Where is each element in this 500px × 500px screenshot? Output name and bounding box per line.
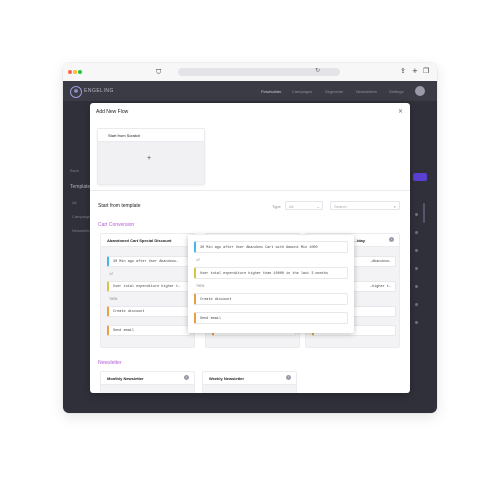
search-placeholder: Search [334, 204, 347, 209]
template-card-abandoned-cart[interactable]: Abandoned Cart Special Discount 30 Min a… [100, 233, 195, 348]
info-icon[interactable]: i [286, 375, 291, 380]
brand-name: ENGELING [84, 88, 114, 94]
template-card-header: Weekly Newsletter i [203, 372, 296, 385]
template-card-weekly-newsletter[interactable]: Weekly Newsletter i [202, 371, 297, 393]
step-action: Create discount [107, 306, 191, 317]
close-icon[interactable]: × [398, 108, 403, 115]
template-card-title: Weekly Newsletter [209, 376, 245, 381]
template-search-input[interactable]: Search ⌕ [330, 201, 400, 210]
bg-row-dot [415, 213, 418, 216]
step-connector: THEN [109, 298, 118, 302]
nav-flowbuilder[interactable]: Flowbuilder [261, 89, 281, 94]
template-card-title: Monthly Newsletter [107, 376, 144, 381]
reload-icon[interactable]: ↻ [315, 67, 320, 74]
nav-segments[interactable]: Segments [325, 89, 343, 94]
brand-logo-icon[interactable]: ✱ [70, 86, 82, 98]
bg-row-dot [415, 303, 418, 306]
category-newsletter: Newsletter [98, 360, 122, 366]
step-action: Send email [107, 325, 191, 336]
new-tab-icon[interactable]: + [412, 67, 418, 75]
plus-icon[interactable]: + [147, 155, 151, 162]
shield-icon[interactable]: ⛉ [156, 68, 161, 77]
type-filter-label: Type [272, 204, 281, 209]
step-condition: User total expenditure higher than 10000… [194, 267, 348, 279]
bg-scrollbar [423, 203, 425, 223]
step-action: Send email [194, 312, 348, 324]
nav-campaigns[interactable]: Campaigns [292, 89, 312, 94]
template-card-monthly-newsletter[interactable]: Monthly Newsletter i [100, 371, 195, 393]
search-icon: ⌕ [393, 204, 396, 209]
start-from-scratch-card[interactable]: Start from Scratch + [97, 128, 205, 185]
avatar[interactable] [415, 86, 425, 96]
step-trigger: 30 Min ago after User Abandonu… [107, 256, 191, 267]
bg-filter-all: All [72, 200, 77, 205]
info-icon[interactable]: i [184, 375, 189, 380]
bg-row-dot [415, 267, 418, 270]
minimize-window-dot[interactable] [73, 70, 77, 74]
browser-toolbar: ⛉ ↻ ⇪ + ❐ [63, 63, 437, 82]
info-icon[interactable]: i [389, 237, 394, 242]
nav-settings[interactable]: Settings [389, 89, 403, 94]
template-card-header: Monthly Newsletter i [101, 372, 194, 385]
bg-row-dot [415, 231, 418, 234]
template-card-title: Abandoned Cart Special Discount [107, 238, 172, 243]
tabs-icon[interactable]: ❐ [423, 67, 429, 75]
step-connector: if [109, 273, 114, 277]
bg-row-dot [415, 285, 418, 288]
bg-filter-newsletter: Newsletter [72, 228, 91, 233]
maximize-window-dot[interactable] [78, 70, 82, 74]
share-icon[interactable]: ⇪ [400, 67, 406, 75]
chevron-down-icon: ⌄ [316, 204, 320, 209]
bg-back-link: Back [70, 168, 79, 173]
bg-add-flow-button [413, 173, 427, 181]
step-condition: User total expenditure higher t… [107, 281, 191, 292]
step-trigger: 30 Min ago after User Abandons Cart with… [194, 241, 348, 253]
scratch-card-label: Start from Scratch [108, 133, 141, 138]
modal-title: Add New Flow [96, 109, 129, 115]
type-filter-select[interactable]: All ⌄ [285, 201, 323, 210]
category-cart-conversion: Cart Conversion [98, 222, 135, 228]
bg-row-dot [415, 249, 418, 252]
section-divider [90, 190, 410, 191]
bg-row-dot [415, 321, 418, 324]
template-card-title: …iday [353, 238, 366, 243]
app-header: ✱ ENGELING Flowbuilder Campaigns Segment… [63, 81, 437, 101]
close-window-dot[interactable] [68, 70, 72, 74]
nav-newsletters[interactable]: Newsletters [356, 89, 377, 94]
step-action: Create discount [194, 293, 348, 305]
type-filter-value: All [289, 204, 294, 209]
template-card-header: Abandoned Cart Special Discount [101, 234, 194, 247]
step-connector: if [196, 259, 201, 263]
scratch-card-header: Start from Scratch [98, 129, 204, 142]
templates-section-title: Start from template [98, 203, 141, 209]
step-connector: THEN [196, 285, 205, 289]
template-preview-popup: 30 Min ago after User Abandons Cart with… [188, 235, 354, 333]
